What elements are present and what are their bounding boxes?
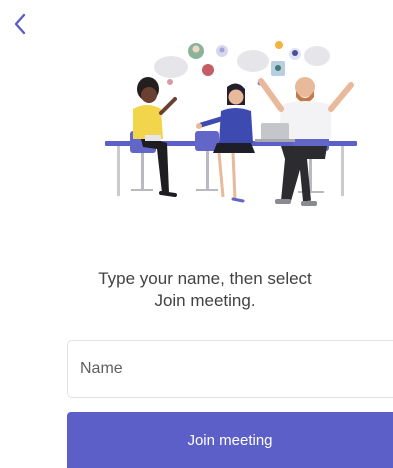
- meeting-people-illustration: [105, 41, 357, 206]
- join-instructions: Type your name, then select Join meeting…: [98, 269, 312, 310]
- back-button[interactable]: [6, 8, 34, 40]
- name-input[interactable]: [68, 341, 393, 397]
- join-meeting-label: Join meeting: [187, 431, 273, 449]
- chevron-left-icon: [14, 13, 26, 35]
- join-meeting-button[interactable]: Join meeting: [67, 412, 393, 468]
- name-field[interactable]: [67, 340, 393, 398]
